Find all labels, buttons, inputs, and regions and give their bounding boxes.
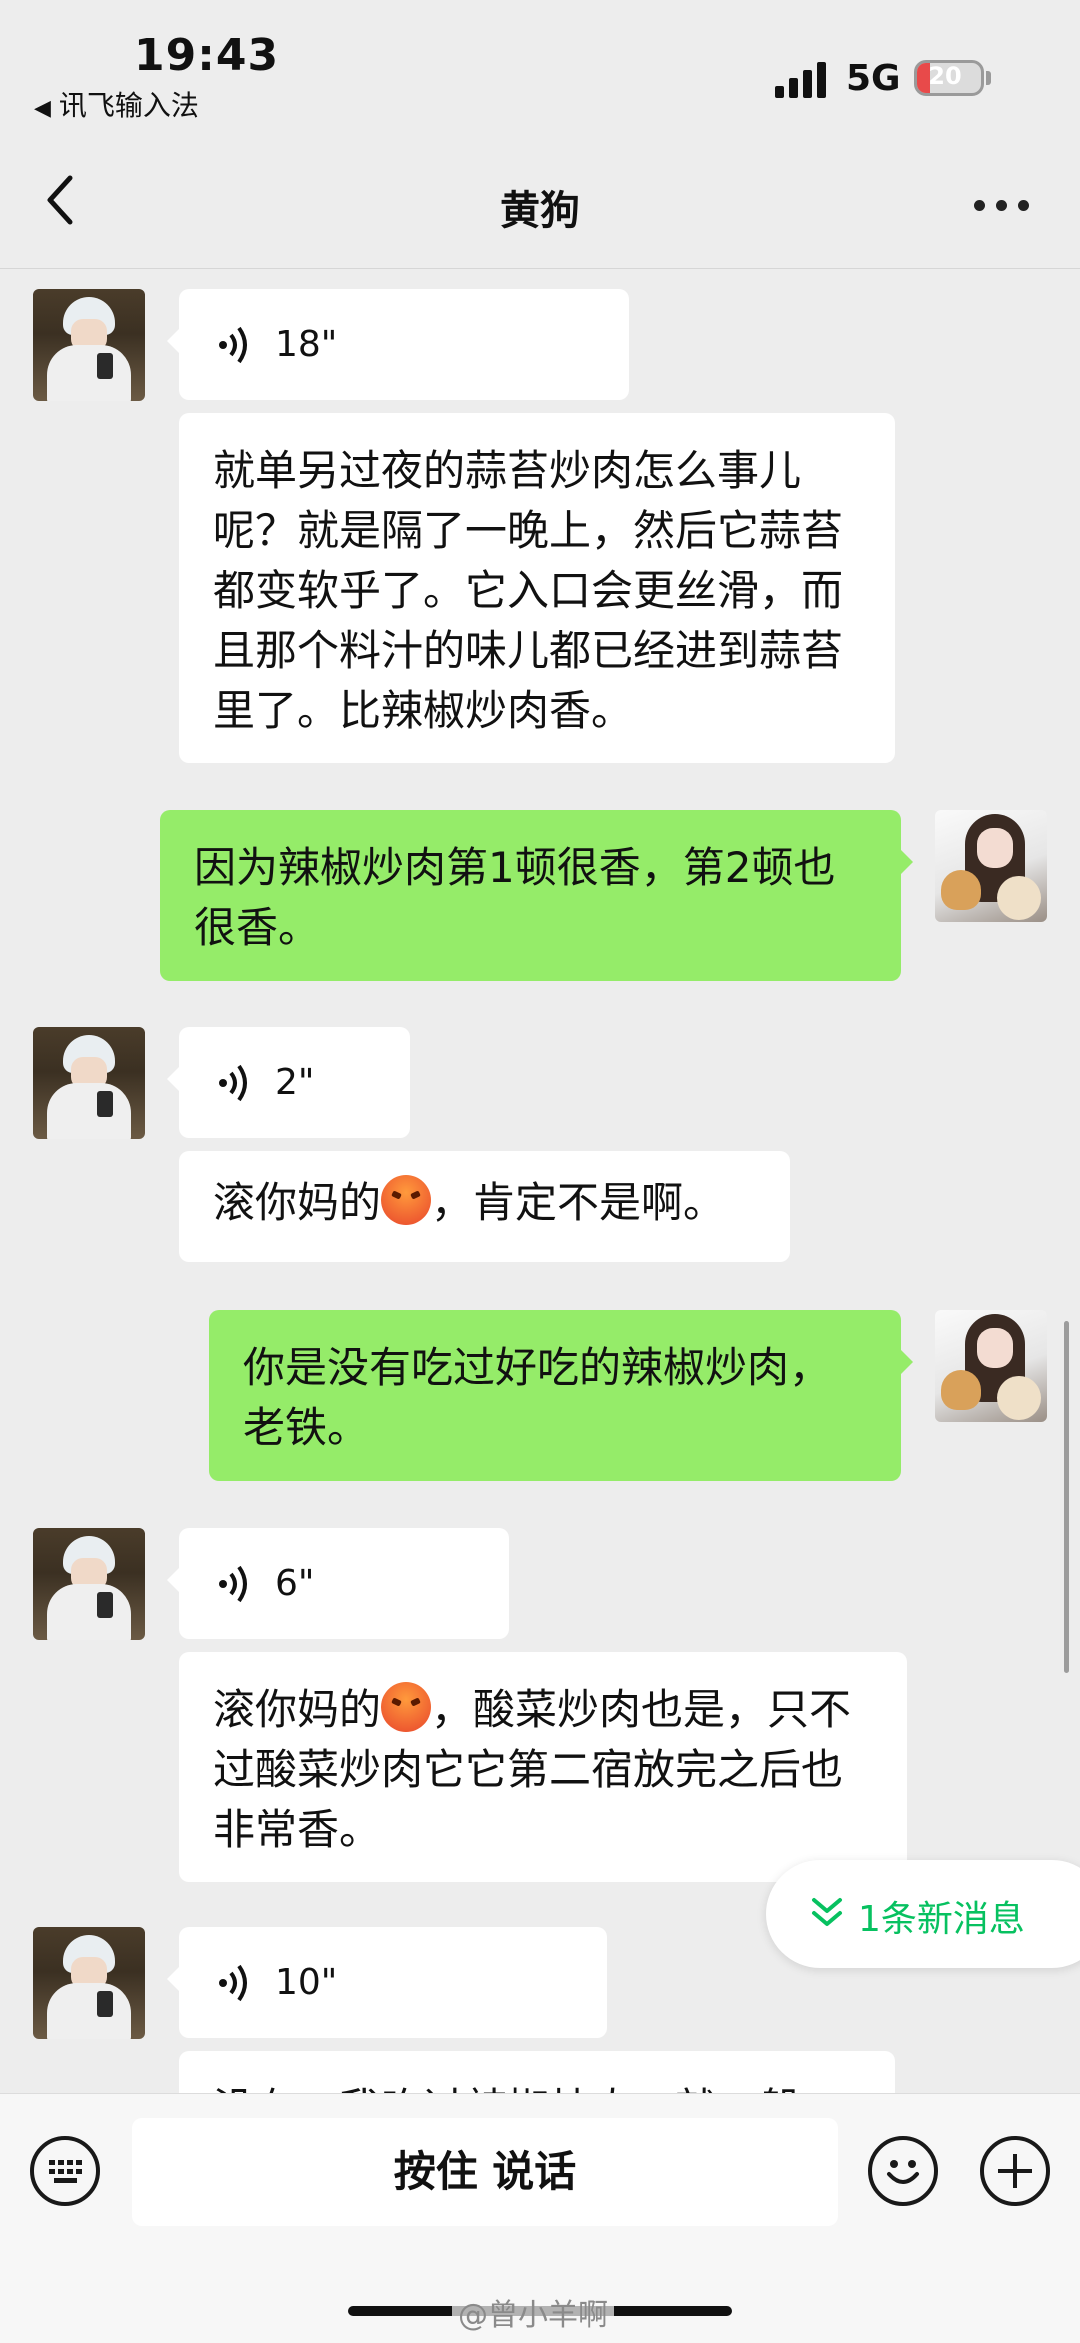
message-list[interactable]: 18" 就单另过夜的蒜苔炒肉怎么事儿呢？就是隔了一晚上，然后它蒜苔都变软乎了。它…	[0, 269, 1080, 2093]
message-text-start: 滚你妈的	[213, 1685, 382, 1734]
angry-face-emoji	[381, 1175, 432, 1225]
contact-avatar[interactable]	[33, 1927, 145, 2039]
text-message[interactable]: 滚你妈的 ，酸菜炒肉也是，只不过酸菜炒肉它它第二宿放完之后也非常香。	[179, 1652, 907, 1882]
network-type: 5G	[846, 58, 901, 99]
contact-avatar[interactable]	[33, 1027, 145, 1139]
message-text-start: 滚你妈的	[213, 1178, 382, 1227]
voice-wave-icon	[219, 326, 247, 363]
chat-header: 黄狗	[0, 140, 1080, 269]
back-to-app-link[interactable]: ◀ 讯飞输入法	[34, 84, 199, 124]
hold-to-talk-button[interactable]: 按住 说话	[132, 2118, 838, 2226]
battery-cap	[986, 71, 991, 85]
text-message-outgoing[interactable]: 因为辣椒炒肉第1顿很香，第2顿也很香。	[160, 810, 913, 981]
voice-message[interactable]: 6"	[167, 1528, 509, 1639]
voice-wave-icon	[219, 1964, 247, 2001]
plus-icon[interactable]	[980, 2136, 1050, 2206]
keyboard-icon[interactable]	[30, 2136, 100, 2206]
message-text: 就单另过夜的蒜苔炒肉怎么事儿呢？就是隔了一晚上，然后它蒜苔都变软乎了。它入口会更…	[213, 446, 844, 735]
emoji-icon[interactable]	[868, 2136, 938, 2206]
message-text: 因为辣椒炒肉第1顿很香，第2顿也很香。	[194, 843, 836, 952]
text-message[interactable]: 没有，我吃过辣椒炒肉，就一般	[179, 2051, 895, 2093]
voice-message[interactable]: 10"	[167, 1927, 607, 2038]
my-avatar[interactable]	[935, 810, 1047, 922]
battery-icon: 20	[914, 60, 984, 96]
voice-duration: 6"	[275, 1562, 315, 1604]
double-chevron-down-icon	[812, 1898, 842, 1926]
message-text: 你是没有吃过好吃的辣椒炒肉，老铁。	[243, 1343, 832, 1452]
battery-level: 20	[928, 62, 962, 90]
signal-icon	[775, 60, 831, 98]
my-avatar[interactable]	[935, 1310, 1047, 1422]
status-bar: 19:43 ◀ 讯飞输入法 5G 20	[0, 0, 1080, 140]
back-app-label: 讯飞输入法	[58, 89, 199, 122]
voice-duration: 2"	[275, 1061, 315, 1103]
contact-avatar[interactable]	[33, 1528, 145, 1640]
voice-message[interactable]: 2"	[167, 1027, 410, 1138]
scrollbar[interactable]	[1064, 1321, 1069, 1673]
watermark: @曾小羊啊	[452, 2290, 614, 2334]
new-message-label: 1条新消息	[858, 1899, 1025, 1940]
back-triangle-icon: ◀	[34, 96, 51, 121]
message-text: 没有，我吃过辣椒炒肉，就一般	[213, 2084, 801, 2093]
voice-wave-icon	[219, 1064, 247, 1101]
contact-avatar[interactable]	[33, 289, 145, 401]
voice-wave-icon	[219, 1565, 247, 1602]
voice-duration: 18"	[275, 323, 338, 365]
message-text-end: ，肯定不是啊。	[431, 1178, 726, 1227]
angry-face-emoji	[381, 1682, 432, 1732]
voice-duration: 10"	[275, 1961, 338, 2003]
text-message-outgoing[interactable]: 你是没有吃过好吃的辣椒炒肉，老铁。	[209, 1310, 913, 1481]
status-time: 19:43	[134, 30, 280, 81]
chat-title: 黄狗	[500, 188, 580, 234]
voice-message[interactable]: 18"	[167, 289, 629, 400]
text-message[interactable]: 滚你妈的 ，肯定不是啊。	[179, 1151, 790, 1262]
text-message[interactable]: 就单另过夜的蒜苔炒肉怎么事儿呢？就是隔了一晚上，然后它蒜苔都变软乎了。它入口会更…	[179, 413, 895, 763]
new-message-indicator[interactable]: 1条新消息	[766, 1860, 1080, 1968]
more-options-icon[interactable]	[974, 200, 1030, 212]
